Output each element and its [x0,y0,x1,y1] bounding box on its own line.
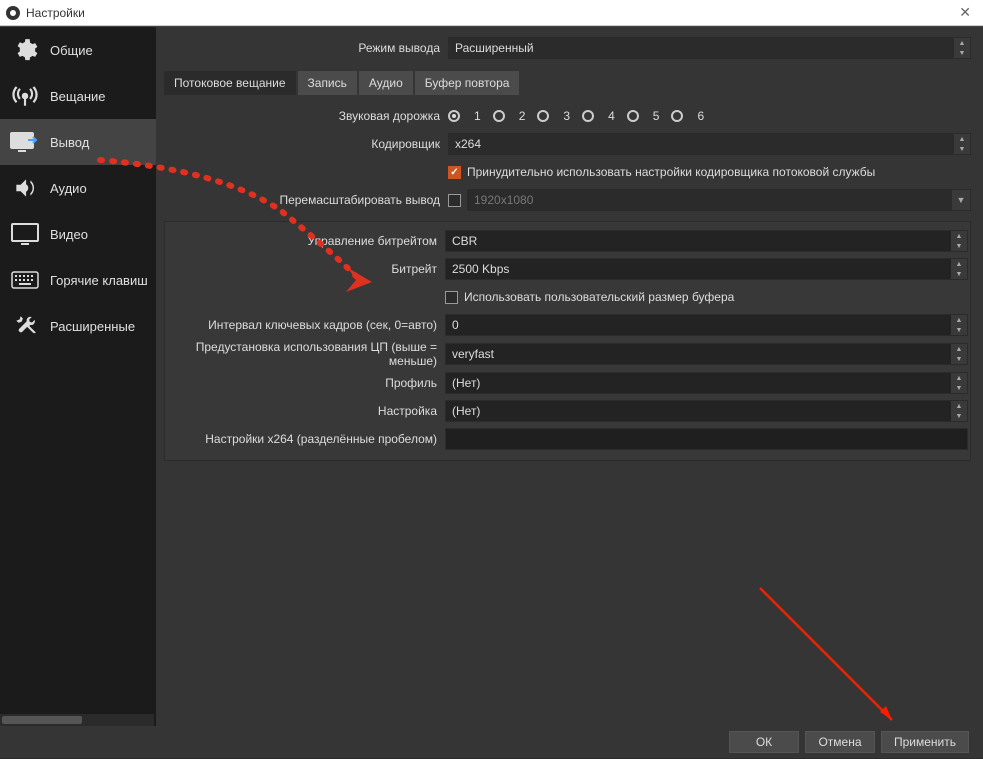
encoder-label: Кодировщик [164,137,448,151]
window-title: Настройки [26,6,953,20]
tune-select[interactable]: (Нет) ▲▼ [445,400,968,422]
sidebar-item-output[interactable]: Вывод [0,119,156,165]
custom-buffer-label: Использовать пользовательский размер буф… [464,290,734,304]
sidebar-item-label: Видео [50,227,88,242]
tab-replay-buffer[interactable]: Буфер повтора [415,71,520,95]
tab-audio[interactable]: Аудио [359,71,413,95]
rescale-label: Перемасштабировать вывод [164,193,448,207]
gear-icon [10,37,40,63]
sidebar: Общие Вещание Вывод Аудио Видео [0,27,156,726]
enforce-label: Принудительно использовать настройки код… [467,165,875,179]
sidebar-item-label: Общие [50,43,93,58]
audio-track-radio-2[interactable] [493,110,505,122]
close-button[interactable]: ✕ [953,4,977,21]
tune-label: Настройка [167,404,445,418]
custom-buffer-checkbox[interactable] [445,291,458,304]
keyint-label: Интервал ключевых кадров (сек, 0=авто) [167,318,445,332]
bitrate-input[interactable]: 2500 Kbps ▲▼ [445,258,968,280]
sidebar-item-label: Расширенные [50,319,135,334]
audio-track-label: Звуковая дорожка [164,109,448,123]
advanced-icon [10,313,40,339]
title-bar: Настройки ✕ [0,0,983,26]
output-mode-select[interactable]: Расширенный ▲▼ [448,37,971,59]
encoder-select[interactable]: x264 ▲▼ [448,133,971,155]
profile-label: Профиль [167,376,445,390]
cpu-preset-label: Предустановка использования ЦП (выше = м… [167,340,445,368]
tab-streaming[interactable]: Потоковое вещание [164,71,296,95]
output-icon [10,130,40,154]
x264opts-input[interactable] [445,428,968,450]
bitrate-label: Битрейт [167,262,445,276]
rate-control-select[interactable]: CBR ▲▼ [445,230,968,252]
hotkeys-icon [10,271,40,289]
cancel-button[interactable]: Отмена [805,731,875,753]
output-mode-label: Режим вывода [164,41,448,55]
cpu-preset-select[interactable]: veryfast ▲▼ [445,343,968,365]
sidebar-item-video[interactable]: Видео [0,211,156,257]
video-icon [10,223,40,245]
profile-select[interactable]: (Нет) ▲▼ [445,372,968,394]
sidebar-item-label: Горячие клавиш [50,273,148,288]
sidebar-item-advanced[interactable]: Расширенные [0,303,156,349]
sidebar-item-audio[interactable]: Аудио [0,165,156,211]
sidebar-item-stream[interactable]: Вещание [0,73,156,119]
enforce-checkbox[interactable] [448,166,461,179]
apply-button[interactable]: Применить [881,731,969,753]
sidebar-item-general[interactable]: Общие [0,27,156,73]
rescale-checkbox[interactable] [448,194,461,207]
sidebar-scrollbar[interactable] [0,714,154,726]
rescale-resolution-select[interactable]: 1920x1080 ▼ [467,189,971,211]
dialog-footer: ОК Отмена Применить [0,726,983,758]
keyint-input[interactable]: 0 ▲▼ [445,314,968,336]
audio-track-radio-5[interactable] [627,110,639,122]
tab-recording[interactable]: Запись [298,71,357,95]
audio-track-radio-6[interactable] [671,110,683,122]
main-content: Режим вывода Расширенный ▲▼ Потоковое ве… [156,27,983,726]
sidebar-item-hotkeys[interactable]: Горячие клавиш [0,257,156,303]
ok-button[interactable]: ОК [729,731,799,753]
encoder-settings-panel: Управление битрейтом CBR ▲▼ Битрейт 2500… [164,221,971,461]
rate-control-label: Управление битрейтом [167,234,445,248]
sidebar-item-label: Вывод [50,135,89,150]
sidebar-item-label: Вещание [50,89,106,104]
audio-track-radio-1[interactable] [448,110,460,122]
audio-track-radio-3[interactable] [537,110,549,122]
sidebar-item-label: Аудио [50,181,87,196]
audio-track-radio-group: 1 2 3 4 5 6 [448,109,704,123]
audio-icon [10,175,40,201]
audio-track-radio-4[interactable] [582,110,594,122]
broadcast-icon [10,83,40,109]
x264opts-label: Настройки x264 (разделённые пробелом) [167,432,445,446]
obs-logo-icon [6,6,20,20]
output-tabs: Потоковое вещание Запись Аудио Буфер пов… [164,71,971,95]
